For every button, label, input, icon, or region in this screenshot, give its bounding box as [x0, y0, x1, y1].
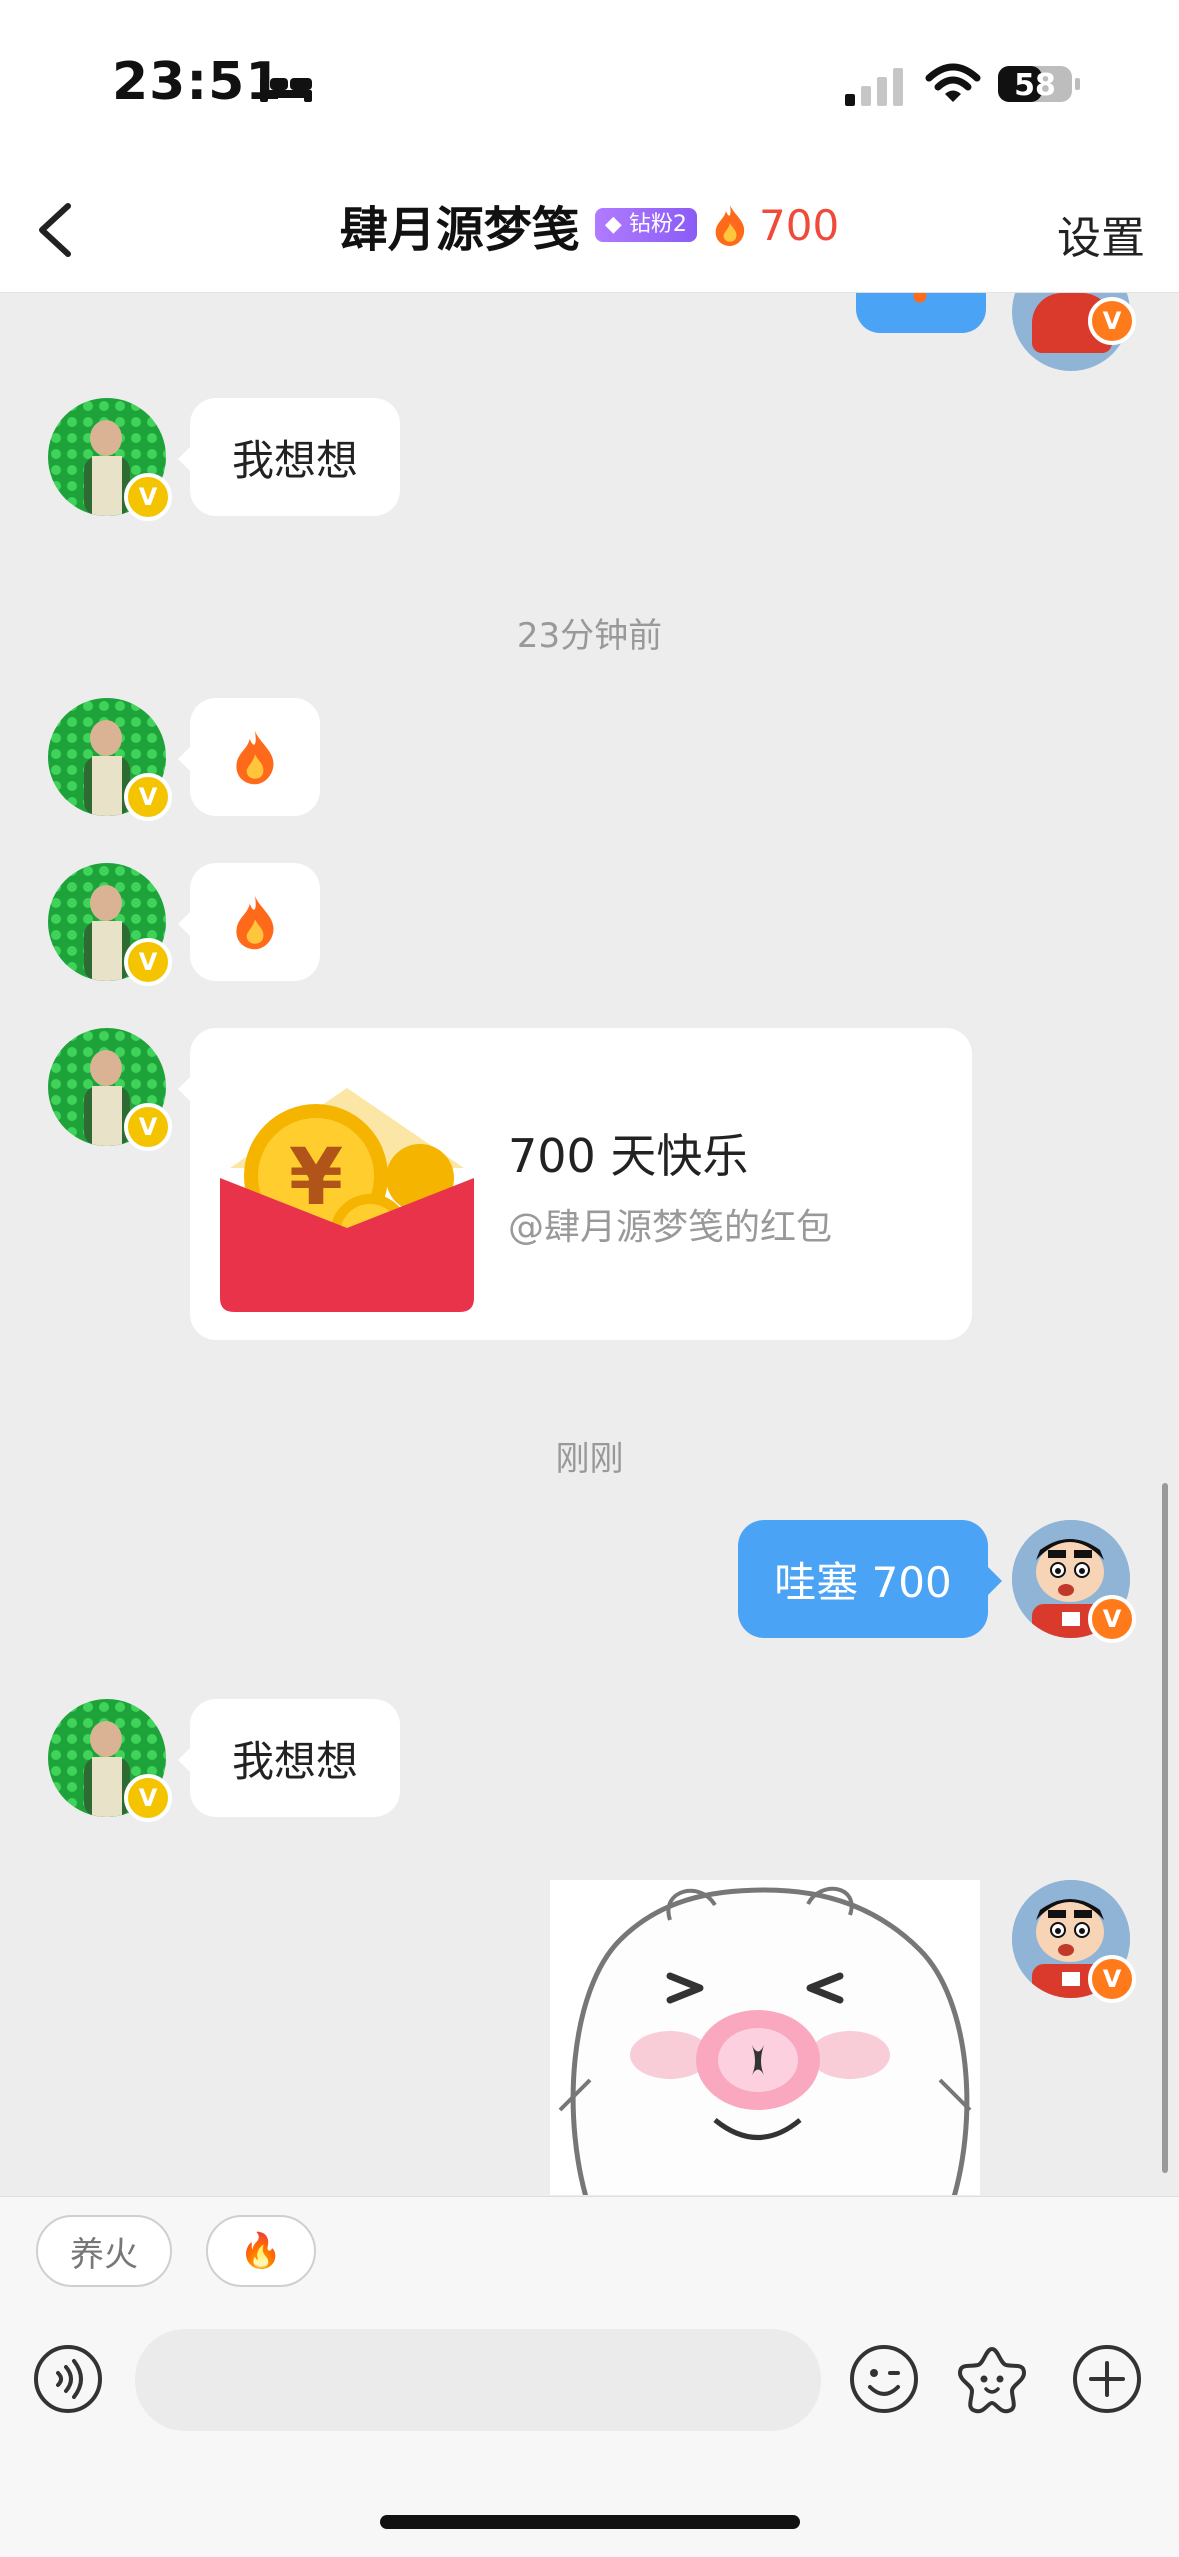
- pig-sticker-image: [558, 1886, 972, 2195]
- verified-badge-icon: V: [124, 1774, 172, 1822]
- composer-bar: 养火 🔥: [0, 2196, 1179, 2557]
- fire-emoji-partial: [913, 293, 927, 303]
- battery-level: 58: [1014, 68, 1056, 103]
- emoji-message-bubble[interactable]: [190, 698, 320, 816]
- fire-emoji-icon: [236, 896, 274, 950]
- red-packet-icon: ¥: [220, 1088, 474, 1312]
- message-timestamp: 23分钟前: [516, 616, 663, 656]
- emoji-picker-icon[interactable]: [848, 2343, 920, 2415]
- message-text: 我想想: [231, 435, 358, 485]
- status-time: 23:51: [112, 52, 283, 112]
- fan-level-badge: ◆ 钻粉2: [594, 208, 697, 242]
- red-packet-title: 700 天快乐: [508, 1129, 749, 1183]
- sleep-focus-icon: [260, 78, 312, 102]
- cellular-signal-icon: [845, 68, 903, 106]
- verified-badge-icon: V: [124, 773, 172, 821]
- verified-badge-icon: V: [124, 473, 172, 521]
- fan-badge-label: 钻粉2: [628, 212, 687, 237]
- quick-reply-label: 养火: [70, 2234, 138, 2275]
- verified-badge-icon: V: [1088, 1595, 1136, 1643]
- quick-reply-chip[interactable]: 养火: [36, 2215, 172, 2287]
- sticker-message[interactable]: [550, 1880, 980, 2195]
- sticker-favorites-icon[interactable]: [956, 2343, 1028, 2415]
- message-input[interactable]: [135, 2329, 821, 2431]
- verified-badge-icon: V: [124, 1103, 172, 1151]
- wifi-icon: [925, 63, 981, 102]
- battery-indicator: 58: [998, 62, 1080, 106]
- fire-streak-count: 700: [759, 200, 840, 250]
- diamond-icon: ◆: [604, 212, 622, 237]
- fire-icon: [715, 205, 745, 246]
- bubble-tail: [988, 1567, 1002, 1595]
- verified-badge-icon: V: [1088, 1955, 1136, 2003]
- message-bubble[interactable]: 我想想: [190, 1699, 400, 1817]
- status-bar: 23:51 58: [0, 0, 1179, 160]
- message-text: 哇塞 700: [774, 1557, 952, 1607]
- quick-reply-chip[interactable]: 🔥: [206, 2215, 316, 2287]
- header-title-group[interactable]: 肆月源梦笺 ◆ 钻粉2 700: [0, 190, 1179, 260]
- emoji-message-bubble[interactable]: [190, 863, 320, 981]
- message-timestamp: 刚刚: [555, 1439, 624, 1479]
- chat-scrollbar[interactable]: [1162, 1483, 1168, 2173]
- add-more-icon[interactable]: [1071, 2343, 1143, 2415]
- red-packet-subtitle: @肆月源梦笺的红包: [508, 1207, 833, 1248]
- fire-emoji-icon: [236, 731, 274, 785]
- voice-input-icon[interactable]: [32, 2343, 104, 2415]
- contact-name: 肆月源梦笺: [339, 202, 580, 258]
- chat-message-list[interactable]: V V 我想想 23分钟前 V V V ¥ 700 天快乐 @肆月源梦笺的红包 …: [0, 293, 1179, 2195]
- settings-button[interactable]: 设置: [1057, 202, 1145, 266]
- red-packet-card[interactable]: ¥ 700 天快乐 @肆月源梦笺的红包: [190, 1028, 972, 1340]
- home-indicator: [380, 2515, 800, 2529]
- quick-reply-emoji: 🔥: [239, 2231, 283, 2271]
- message-text: 我想想: [231, 1736, 358, 1786]
- verified-badge-icon: V: [124, 938, 172, 986]
- message-bubble[interactable]: 我想想: [190, 398, 400, 516]
- my-message-bubble[interactable]: 哇塞 700: [738, 1520, 988, 1638]
- verified-badge-icon: V: [1088, 297, 1136, 345]
- chat-header: 肆月源梦笺 ◆ 钻粉2 700 设置: [0, 160, 1179, 293]
